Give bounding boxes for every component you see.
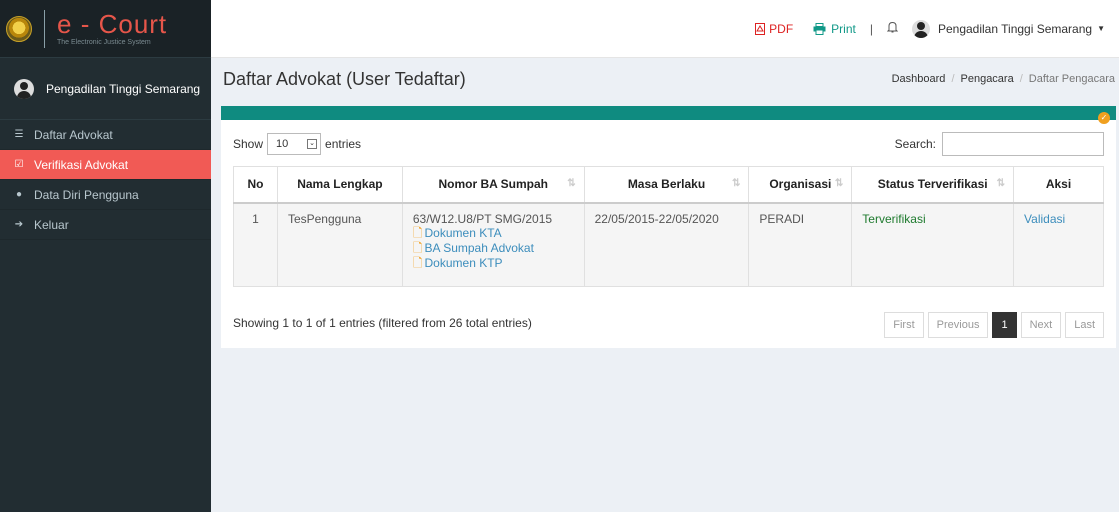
user-menu-label: Pengadilan Tinggi Semarang [937,21,1093,36]
content-header: Daftar Advokat (User Tedaftar) Dashboard… [211,58,1119,100]
col-nama-lengkap[interactable]: Nama Lengkap [276,166,403,204]
col-nomor-ba-sumpah[interactable]: Nomor BA Sumpah ⇅ [401,166,585,204]
cell-masa-berlaku: 22/05/2015-22/05/2020 [583,202,750,287]
cell-nama: TesPengguna [276,202,403,287]
breadcrumb-current: Daftar Pengacara [1028,73,1115,85]
nomor-ba-sumpah: 63/W12.U8/PT SMG/2015 [412,211,553,226]
file-icon: 🗋 [412,240,423,255]
advocate-table: No Nama Lengkap Nomor BA Sumpah ⇅ Masa Be… [233,166,1104,287]
toolbar-separator: | [869,21,873,36]
brand-title: e - Court [57,8,168,39]
caret-down-icon: ▼ [1097,24,1105,33]
sidebar-menu: ☰ Daftar Advokat ☑ Verifikasi Advokat ● … [0,120,211,240]
sidebar-item-data-diri[interactable]: ● Data Diri Pengguna [0,180,211,210]
col-status-terverifikasi[interactable]: Status Terverifikasi ⇅ [851,166,1015,204]
page-current-button[interactable]: 1 [992,312,1017,338]
list-icon: ☰ [14,129,24,140]
print-label: Print [831,21,856,36]
brand-subtitle: The Electronic Justice System [57,38,151,46]
page-next-button[interactable]: Next [1020,312,1062,338]
print-icon [813,22,826,35]
breadcrumb: Dashboard / Pengacara / Daftar Pengacara [892,73,1115,85]
avatar [14,78,34,99]
sidebar-item-label: Verifikasi Advokat [34,157,129,172]
brand-text: e - Court The Electronic Justice System [57,8,168,46]
sign-out-icon: ➔ [14,219,24,230]
validasi-link[interactable]: Validasi [1013,202,1104,287]
search-control: Search: [895,132,1104,156]
length-control: Show 10 ⌄ entries [233,133,361,155]
cell-no: 1 [233,202,278,287]
breadcrumb-dashboard[interactable]: Dashboard [892,73,946,85]
entries-value: 10 [276,138,289,150]
breadcrumb-separator: / [951,73,955,85]
cell-nomor: 63/W12.U8/PT SMG/2015 🗋 Dokumen KTA 🗋 BA S… [401,202,585,287]
main-content: Daftar Advokat (User Tedaftar) Dashboard… [211,58,1119,512]
page-previous-button[interactable]: Previous [927,312,989,338]
entries-label: entries [325,137,362,151]
court-logo [6,15,32,42]
sort-icon: ⇅ [732,178,741,189]
sidebar-item-daftar-advokat[interactable]: ☰ Daftar Advokat [0,120,211,150]
bell-icon[interactable] [886,21,899,36]
sort-icon: ⇅ [567,178,576,189]
data-box: ✓ Show 10 ⌄ entries Search: No Nama Leng… [221,106,1116,348]
doc-link-ktp[interactable]: 🗋 Dokumen KTP [413,256,574,271]
top-navbar: PDF Print | Pengadilan Tinggi Semarang ▼ [211,0,1119,58]
file-icon: 🗋 [412,255,423,270]
user-name: Pengadilan Tinggi Semarang [46,81,201,96]
pdf-label: PDF [769,21,794,36]
sidebar-item-label: Daftar Advokat [34,127,113,142]
search-input[interactable] [942,132,1104,156]
show-label: Show [233,137,264,151]
sidebar-item-keluar[interactable]: ➔ Keluar [0,210,211,240]
collapse-icon[interactable]: ✓ [1098,112,1110,124]
user-panel: Pengadilan Tinggi Semarang [0,58,211,120]
pagination: First Previous 1 Next Last [880,312,1104,338]
brand-divider [44,9,45,48]
search-label: Search: [894,137,936,151]
user-icon: ● [15,189,23,200]
status-badge: Terverifikasi [851,202,1015,287]
doc-link-ba-sumpah[interactable]: 🗋 BA Sumpah Advokat [413,241,574,256]
file-icon: 🗋 [412,225,423,240]
pdf-icon [755,22,766,35]
table-info: Showing 1 to 1 of 1 entries (filtered fr… [233,316,532,330]
sidebar-item-label: Data Diri Pengguna [34,187,139,202]
pdf-button[interactable]: PDF [754,22,793,36]
page-last-button[interactable]: Last [1065,312,1104,338]
table-row: 1 TesPengguna 63/W12.U8/PT SMG/2015 🗋 Dok… [233,202,1104,287]
breadcrumb-separator: / [1019,73,1023,85]
entries-select[interactable]: 10 ⌄ [267,133,322,155]
avatar [911,19,930,38]
sort-icon: ⇅ [996,178,1006,189]
col-no[interactable]: No [233,166,278,204]
check-square-icon: ☑ [14,159,24,170]
page-title: Daftar Advokat (User Tedaftar) [223,68,466,89]
doc-link-kta[interactable]: 🗋 Dokumen KTA [413,226,574,241]
col-aksi[interactable]: Aksi [1013,166,1104,204]
page-first-button[interactable]: First [884,312,924,338]
table-header-row: No Nama Lengkap Nomor BA Sumpah ⇅ Masa Be… [233,166,1104,204]
sort-icon: ⇅ [834,178,844,189]
breadcrumb-pengacara[interactable]: Pengacara [961,73,1014,85]
chevron-down-icon: ⌄ [307,139,318,149]
table-controls: Show 10 ⌄ entries Search: [233,132,1104,156]
sidebar-item-verifikasi-advokat[interactable]: ☑ Verifikasi Advokat [0,150,211,180]
sidebar: e - Court The Electronic Justice System … [0,0,211,512]
user-menu[interactable]: Pengadilan Tinggi Semarang ▼ [911,19,1105,38]
col-masa-berlaku[interactable]: Masa Berlaku ⇅ [583,166,750,204]
sidebar-item-label: Keluar [34,217,69,232]
print-button[interactable]: Print [813,22,856,36]
cell-organisasi: PERADI [748,202,853,287]
brand-header[interactable]: e - Court The Electronic Justice System [0,0,211,58]
col-organisasi[interactable]: Organisasi ⇅ [748,166,853,204]
